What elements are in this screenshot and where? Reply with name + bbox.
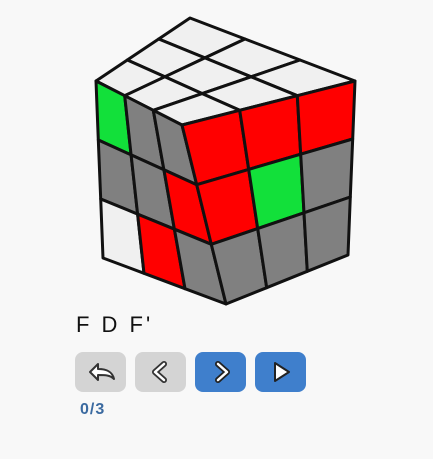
chevron-left-icon: [151, 361, 167, 383]
cube-view[interactable]: [0, 0, 433, 310]
chevron-right-icon: [214, 361, 230, 383]
previous-move-button[interactable]: [135, 352, 186, 392]
next-move-button[interactable]: [195, 352, 246, 392]
move-counter: 0/3: [80, 401, 106, 418]
play-icon: [273, 362, 290, 382]
play-button[interactable]: [255, 352, 306, 392]
reset-button[interactable]: [75, 352, 126, 392]
move-sequence: F D F': [76, 312, 154, 337]
undo-icon: [88, 363, 115, 381]
